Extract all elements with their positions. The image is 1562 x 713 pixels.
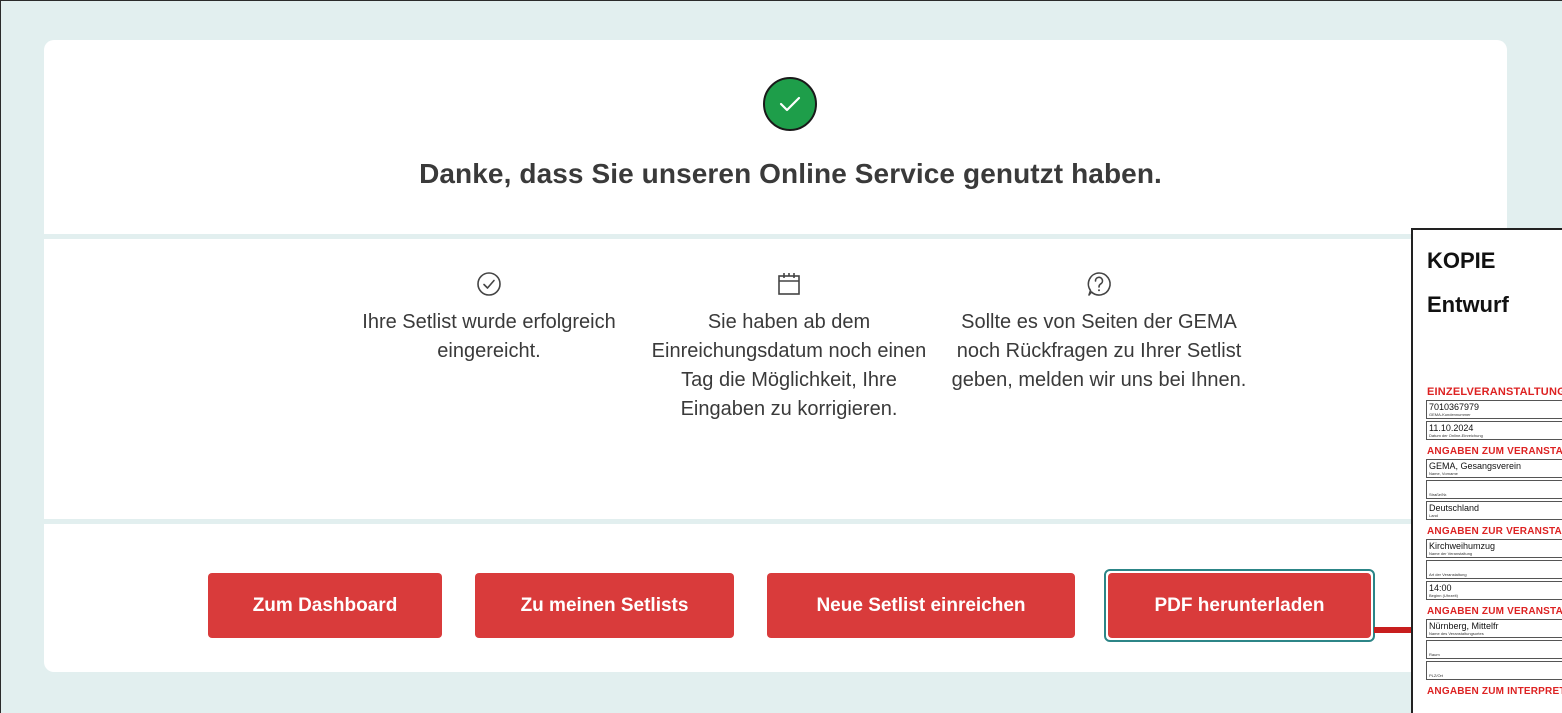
pdf-section-heading: ANGABEN ZUM VERANSTALTUNGSORT [1427, 606, 1562, 617]
info-item-correction: Sie haben ab dem Einreichungsdatum noch … [639, 270, 939, 424]
success-check-icon [763, 77, 817, 131]
info-item-questions: Sollte es von Seiten der GEMA noch Rückf… [949, 270, 1249, 395]
info-item-submitted: Ihre Setlist wurde erfolgreich eingereic… [339, 270, 639, 366]
pdf-main-heading: EINZELVERANSTALTUNG [1427, 386, 1562, 398]
pdf-field: 14:00 Beginn (Uhrzeit) [1426, 581, 1562, 600]
dashboard-button[interactable]: Zum Dashboard [208, 573, 442, 638]
pdf-field: 7010367979 GEMA-Kundennummer [1426, 400, 1562, 419]
pdf-field: Deutschland Land [1426, 501, 1562, 520]
pdf-field: Raum [1426, 640, 1562, 659]
pdf-entwurf-label: Entwurf [1427, 292, 1509, 317]
pdf-section-heading: ANGABEN ZUM INTERPRETEN [1427, 686, 1562, 697]
pdf-kopie-label: KOPIE [1427, 248, 1496, 273]
info-text: Sie haben ab dem Einreichungsdatum noch … [651, 311, 927, 420]
pdf-field: Nürnberg, Mittelfr Name des Veranstaltun… [1426, 619, 1562, 638]
pdf-field: 11.10.2024 Datum der Online-Einreichung [1426, 421, 1562, 440]
pdf-field: GEMA, Gesangsverein Name, Vorname [1426, 459, 1562, 478]
confirmation-card [44, 40, 1507, 234]
pdf-field: Straße/Nr. [1426, 480, 1562, 499]
callout-connector [1374, 627, 1414, 633]
calendar-icon [639, 270, 939, 298]
pdf-section-heading: ANGABEN ZUM VERANSTALTER [1427, 446, 1562, 457]
new-setlist-button[interactable]: Neue Setlist einreichen [767, 573, 1075, 638]
my-setlists-button[interactable]: Zu meinen Setlists [475, 573, 734, 638]
pdf-preview: KOPIE Entwurf EINZELVERANSTALTUNG 701036… [1411, 228, 1562, 713]
pdf-field: Art der Veranstaltung [1426, 560, 1562, 579]
pdf-download-button[interactable]: PDF herunterladen [1108, 573, 1371, 638]
question-circle-icon [949, 270, 1249, 298]
pdf-section-heading: ANGABEN ZUR VERANSTALTUNG [1427, 526, 1562, 537]
pdf-field: Kirchweihumzug Name der Veranstaltung [1426, 539, 1562, 558]
info-text: Ihre Setlist wurde erfolgreich eingereic… [362, 311, 616, 362]
pdf-download-focus-ring: PDF herunterladen [1104, 569, 1375, 642]
page-title: Danke, dass Sie unseren Online Service g… [419, 158, 1162, 189]
check-circle-outline-icon [339, 270, 639, 298]
info-text: Sollte es von Seiten der GEMA noch Rückf… [951, 311, 1247, 391]
pdf-field: PLZ/Ort [1426, 661, 1562, 680]
